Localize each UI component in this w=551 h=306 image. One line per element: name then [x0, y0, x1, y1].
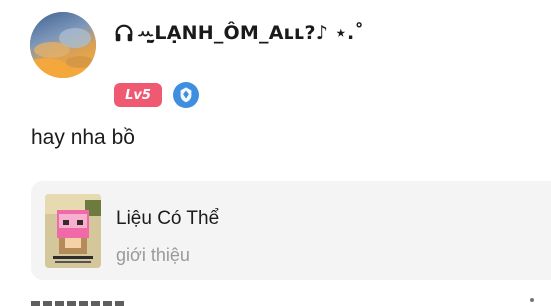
level-badge: Lv5	[114, 83, 162, 107]
more-dots-icon[interactable]	[530, 298, 534, 302]
comment-text: hay nha bồ	[31, 126, 135, 149]
headphones-icon	[113, 22, 135, 44]
comment-post: ꕀ̤̮LẠNH_ÔM_Aʟʟ?♪ ⋆.˚ Lv5 hay nha bồ Liệu…	[0, 0, 551, 306]
user-badges: Lv5	[114, 82, 199, 108]
username-text: ꕀ̤̮LẠNH_ÔM_Aʟʟ?♪ ⋆.˚	[137, 22, 365, 44]
next-item-partial	[31, 298, 127, 306]
user-avatar[interactable]	[30, 12, 96, 78]
song-title: Liệu Có Thể	[116, 208, 220, 229]
username[interactable]: ꕀ̤̮LẠNH_ÔM_Aʟʟ?♪ ⋆.˚	[113, 18, 364, 48]
diamond-shield-icon	[173, 82, 199, 108]
song-card[interactable]: Liệu Có Thể giới thiệu	[31, 181, 551, 280]
song-subtitle: giới thiệu	[116, 245, 190, 265]
song-thumbnail	[45, 194, 101, 268]
avatar-image	[30, 12, 96, 78]
